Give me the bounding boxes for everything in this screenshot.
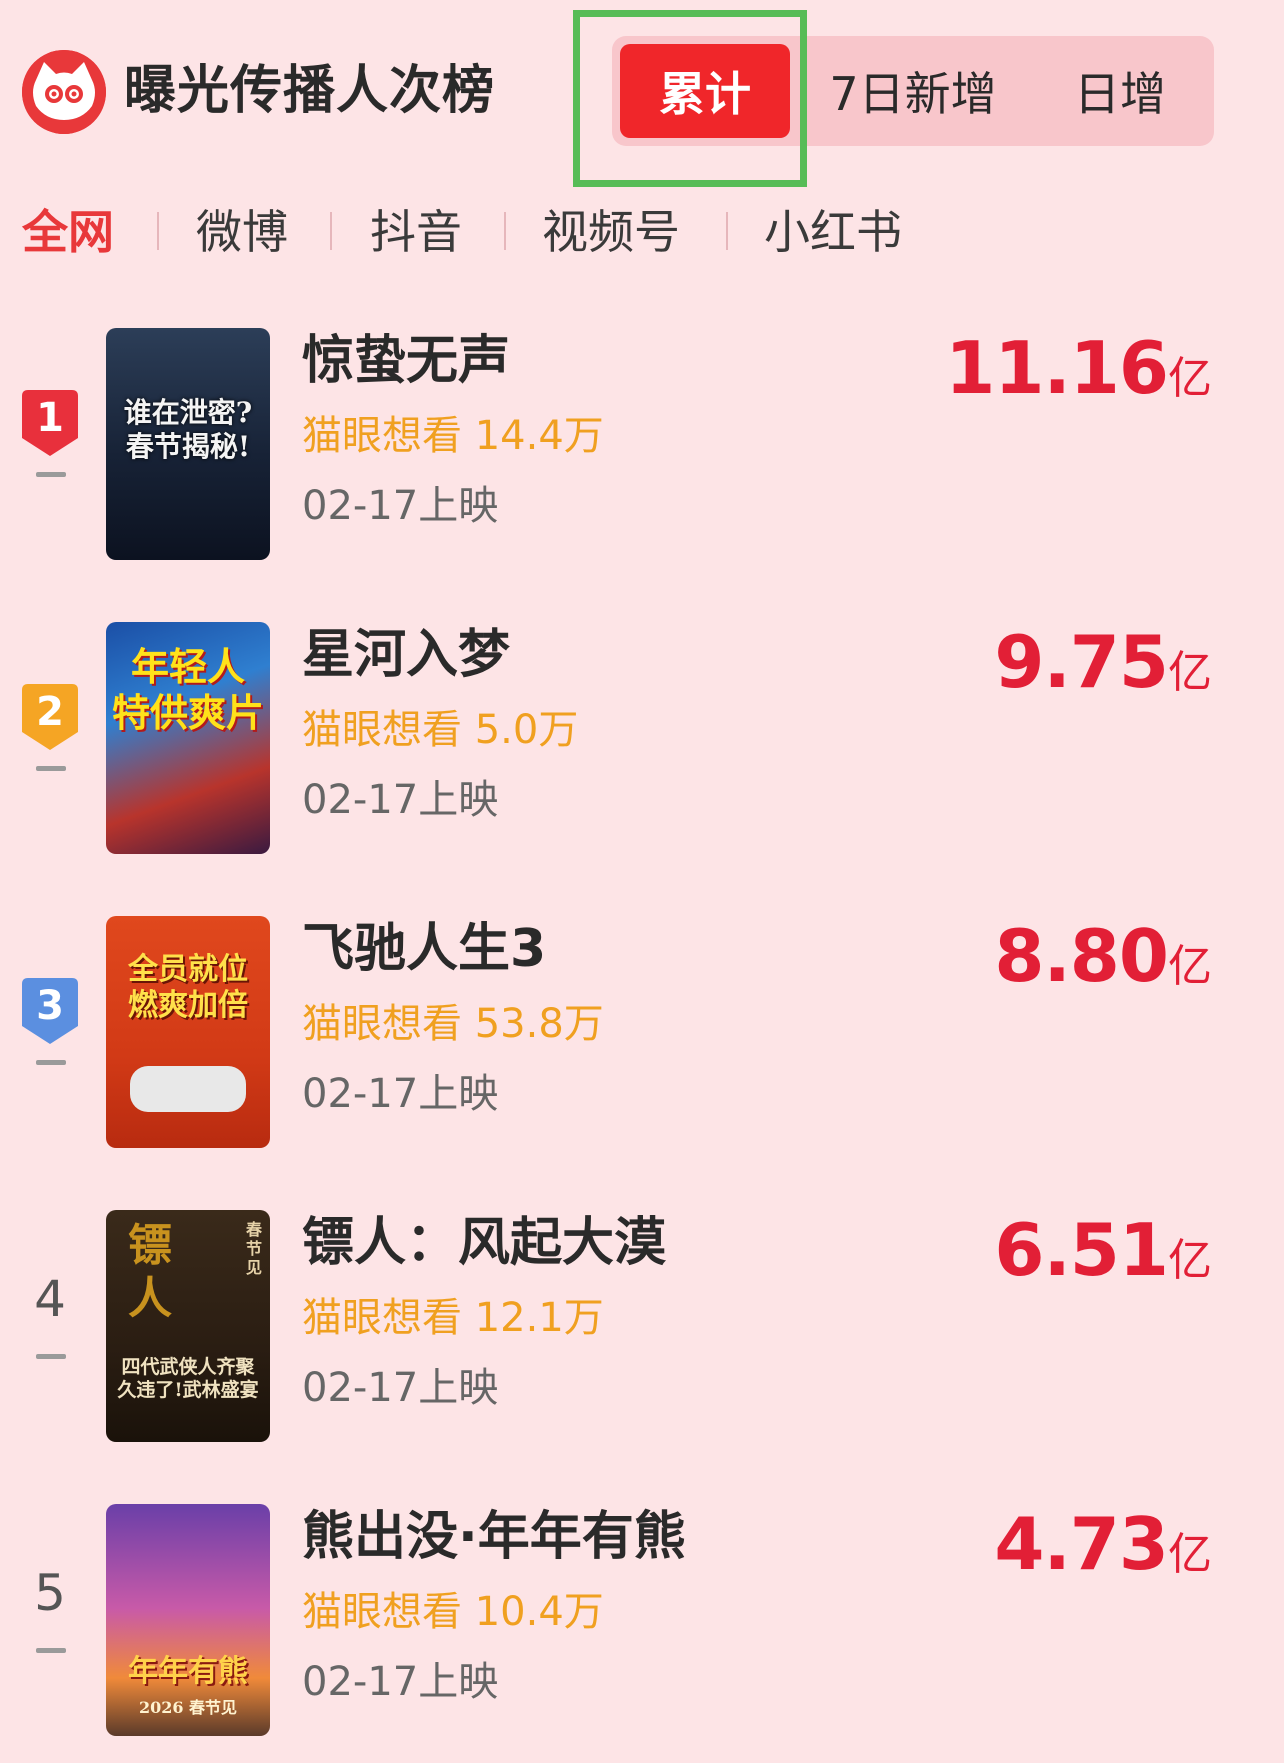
value-unit: 亿: [1168, 647, 1212, 698]
maoyan-logo-icon: [22, 50, 106, 134]
highlight-box: [573, 10, 807, 187]
value-number: 9.75: [994, 620, 1169, 704]
value-number: 6.51: [994, 1208, 1169, 1292]
poster-tagline: 全员就位 燃爽加倍: [128, 952, 248, 1023]
tab-douyin[interactable]: 抖音: [370, 200, 462, 264]
rank-change-dash: [36, 1354, 66, 1359]
value-unit: 亿: [1168, 1235, 1212, 1286]
poster-car-shape: [130, 1066, 246, 1112]
release-date: 02-17上映: [302, 483, 499, 529]
poster-tagline: 四代武侠人齐聚 久违了!武林盛宴: [117, 1356, 259, 1401]
want-count: 猫眼想看 10.4万: [302, 1589, 604, 1635]
exposure-value: 4.73亿: [994, 1502, 1212, 1606]
poster-tagline: 年年有熊: [128, 1654, 248, 1689]
poster-tagline: 谁在泄密? 春节揭秘!: [123, 396, 253, 463]
exposure-value: 11.16亿: [945, 326, 1212, 430]
value-unit: 亿: [1168, 353, 1212, 404]
rank-change-dash: [36, 472, 66, 477]
poster-subtitle: 2026 春节见: [138, 1698, 238, 1717]
list-item[interactable]: 4 镖人 春节见 四代武侠人齐聚 久违了!武林盛宴 镖人：风起大漠 猫眼想看 1…: [0, 1206, 1284, 1446]
exposure-value: 9.75亿: [994, 620, 1212, 724]
rank-number: 5: [34, 1564, 66, 1622]
tab-divider: [157, 212, 159, 250]
movie-poster[interactable]: 年年有熊 2026 春节见: [106, 1504, 270, 1736]
movie-title[interactable]: 飞驰人生3: [302, 914, 546, 984]
tab-weibo[interactable]: 微博: [196, 200, 288, 264]
exposure-value: 8.80亿: [994, 914, 1212, 1018]
list-item[interactable]: 2 年轻人 特供爽片 星河入梦 猫眼想看 5.0万 02-17上映 9.75亿: [0, 618, 1284, 858]
movie-title[interactable]: 惊蛰无声: [302, 326, 510, 396]
rank-change-dash: [36, 1060, 66, 1065]
rank-change-dash: [36, 766, 66, 771]
list-item[interactable]: 1 谁在泄密? 春节揭秘! 惊蛰无声 猫眼想看 14.4万 02-17上映 11…: [0, 324, 1284, 564]
release-date: 02-17上映: [302, 1071, 499, 1117]
list-item[interactable]: 3 全员就位 燃爽加倍 飞驰人生3 猫眼想看 53.8万 02-17上映 8.8…: [0, 912, 1284, 1152]
rank-number: 3: [36, 983, 64, 1029]
want-count: 猫眼想看 14.4万: [302, 413, 604, 459]
rank-number: 2: [36, 689, 64, 735]
poster-corner-text: 春节见: [245, 1220, 262, 1278]
exposure-value: 6.51亿: [994, 1208, 1212, 1312]
want-count: 猫眼想看 5.0万: [302, 707, 579, 753]
want-count: 猫眼想看 53.8万: [302, 1001, 604, 1047]
tab-divider: [330, 212, 332, 250]
movie-poster[interactable]: 镖人 春节见 四代武侠人齐聚 久违了!武林盛宴: [106, 1210, 270, 1442]
movie-poster[interactable]: 全员就位 燃爽加倍: [106, 916, 270, 1148]
release-date: 02-17上映: [302, 1659, 499, 1705]
tab-divider: [726, 212, 728, 250]
rank-number: 4: [34, 1270, 66, 1328]
tab-divider: [504, 212, 506, 250]
value-number: 8.80: [994, 914, 1169, 998]
movie-title[interactable]: 星河入梦: [302, 620, 510, 690]
poster-tagline: 年轻人 特供爽片: [111, 644, 264, 735]
segment-seven-day[interactable]: 7日新增: [808, 44, 1018, 138]
poster-title: 镖人: [128, 1220, 172, 1324]
movie-title[interactable]: 镖人：风起大漠: [302, 1208, 666, 1278]
movie-poster[interactable]: 年轻人 特供爽片: [106, 622, 270, 854]
rank-change-dash: [36, 1648, 66, 1653]
want-count: 猫眼想看 12.1万: [302, 1295, 604, 1341]
movie-title[interactable]: 熊出没·年年有熊: [302, 1502, 686, 1572]
value-number: 4.73: [994, 1502, 1169, 1586]
value-number: 11.16: [945, 326, 1169, 410]
tab-shipinhao[interactable]: 视频号: [542, 200, 680, 264]
movie-poster[interactable]: 谁在泄密? 春节揭秘!: [106, 328, 270, 560]
page-title: 曝光传播人次榜: [124, 61, 496, 121]
rank-number: 1: [36, 395, 64, 441]
segment-daily[interactable]: 日增: [1040, 44, 1200, 138]
value-unit: 亿: [1168, 941, 1212, 992]
list-item[interactable]: 5 年年有熊 2026 春节见 熊出没·年年有熊 猫眼想看 10.4万 02-1…: [0, 1500, 1284, 1740]
release-date: 02-17上映: [302, 1365, 499, 1411]
release-date: 02-17上映: [302, 777, 499, 823]
value-unit: 亿: [1168, 1529, 1212, 1580]
tab-all-network[interactable]: 全网: [22, 200, 114, 264]
tab-xiaohongshu[interactable]: 小红书: [764, 200, 902, 264]
